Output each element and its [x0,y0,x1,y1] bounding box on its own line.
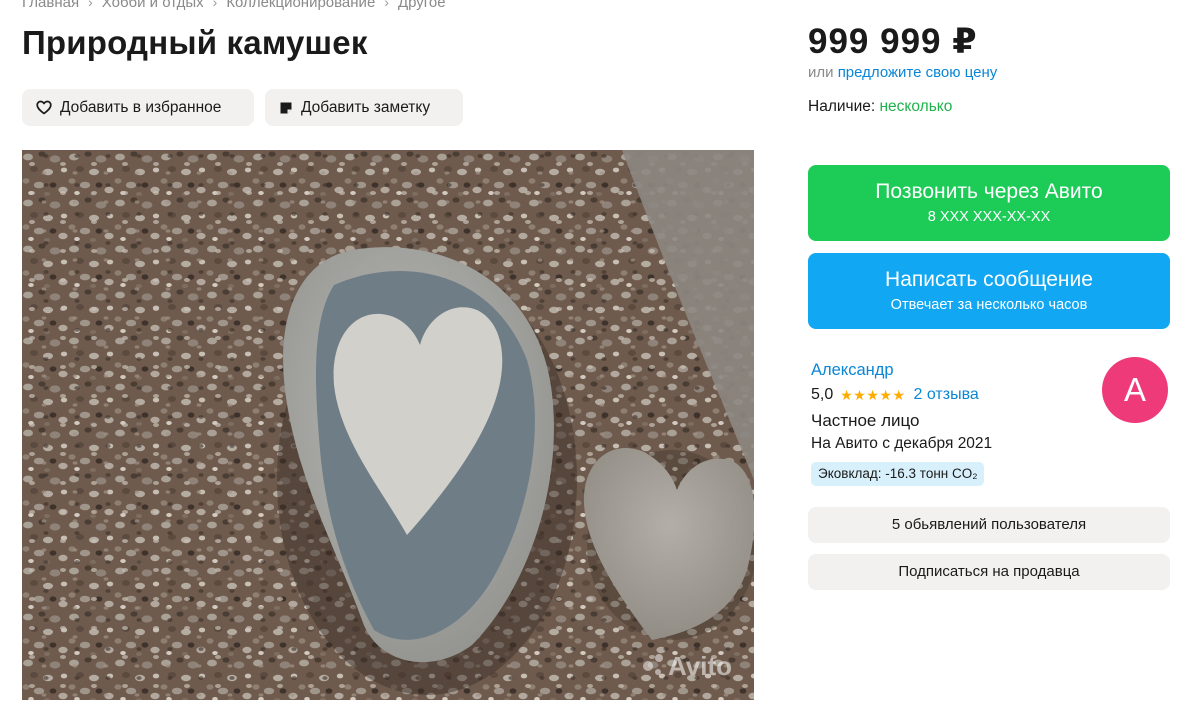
seller-type: Частное лицо [811,411,920,430]
breadcrumb-item-collecting[interactable]: Коллекционирование [226,0,375,11]
heart-icon [36,100,52,115]
add-note-button[interactable]: Добавить заметку [265,89,463,126]
seller-listings-button[interactable]: 5 обьявлений пользователя [808,507,1170,543]
add-to-favorites-button[interactable]: Добавить в избранное [22,89,254,126]
message-button-label: Написать сообщение [885,268,1093,291]
chevron-right-icon: › [88,0,93,10]
breadcrumb-item-home[interactable]: Главная [22,0,79,11]
add-to-favorites-label: Добавить в избранное [60,98,222,116]
rating-stars-icon: ★★★★★ [840,386,906,403]
add-note-label: Добавить заметку [301,98,431,116]
offer-price-link[interactable]: предложите свою цену [838,64,998,81]
offer-prefix: или [808,64,834,81]
note-icon [280,102,292,113]
stock-label: Наличие: [808,98,876,115]
call-button[interactable]: Позвонить через Авито 8 XXX XXX-XX-XX [808,165,1170,241]
breadcrumb-item-other[interactable]: Другое [398,0,446,11]
seller-name-link[interactable]: Александр [811,361,894,380]
subscribe-seller-button[interactable]: Подписаться на продавца [808,554,1170,590]
stock-value: несколько [879,98,953,115]
seller-since: На Авито с декабря 2021 [811,435,993,452]
breadcrumb: Главная › Хобби и отдых › Коллекционирование… [22,0,446,11]
eco-badge[interactable]: Эковклад: -16.3 тонн CO₂ [811,462,985,486]
call-button-phone: 8 XXX XXX-XX-XX [927,209,1051,225]
rating-value: 5,0 [811,386,834,403]
price: 999 999 ₽ [808,22,978,61]
seller-rating: 5,0 ★★★★★ 2 отзыва [811,386,979,404]
breadcrumb-item-hobby[interactable]: Хобби и отдых [102,0,204,11]
chevron-right-icon: › [384,0,389,10]
listing-photo[interactable]: Avito [22,150,754,700]
seller-avatar[interactable]: А [1102,357,1168,423]
page-title: Природный камушек [22,24,368,61]
call-button-label: Позвонить через Авито [875,180,1103,203]
message-button[interactable]: Написать сообщение Отвечает за несколько… [808,253,1170,329]
chevron-right-icon: › [212,0,218,10]
stock-line: Наличие: несколько [808,98,952,116]
offer-line: или предложите свою цену [808,64,997,81]
message-button-sub: Отвечает за несколько часов [890,297,1088,313]
reviews-link[interactable]: 2 отзыва [914,386,979,404]
photo-watermark: Avito [668,651,732,681]
